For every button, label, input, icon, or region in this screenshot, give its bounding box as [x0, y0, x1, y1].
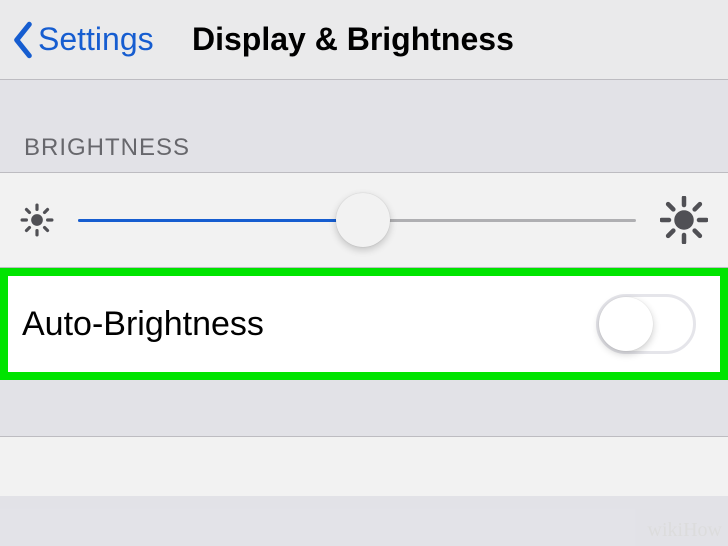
highlight-box: Auto-Brightness: [0, 268, 728, 380]
toggle-knob: [599, 297, 653, 351]
sun-small-icon: [20, 203, 54, 237]
auto-brightness-toggle[interactable]: [596, 294, 696, 354]
navigation-bar: Settings Display & Brightness: [0, 0, 728, 80]
slider-knob[interactable]: [336, 193, 390, 247]
sun-large-icon: [660, 196, 708, 244]
brightness-slider[interactable]: [78, 196, 636, 244]
back-button[interactable]: Settings: [12, 21, 154, 59]
page-title: Display & Brightness: [192, 21, 514, 58]
slider-fill: [78, 219, 363, 222]
back-label: Settings: [38, 21, 154, 58]
watermark: wikiHow: [648, 519, 722, 542]
next-section: [0, 436, 728, 496]
brightness-slider-row: [0, 172, 728, 268]
auto-brightness-label: Auto-Brightness: [22, 305, 264, 344]
auto-brightness-row: Auto-Brightness: [8, 276, 720, 372]
chevron-left-icon: [12, 21, 34, 59]
brightness-section-header: BRIGHTNESS: [0, 80, 728, 172]
